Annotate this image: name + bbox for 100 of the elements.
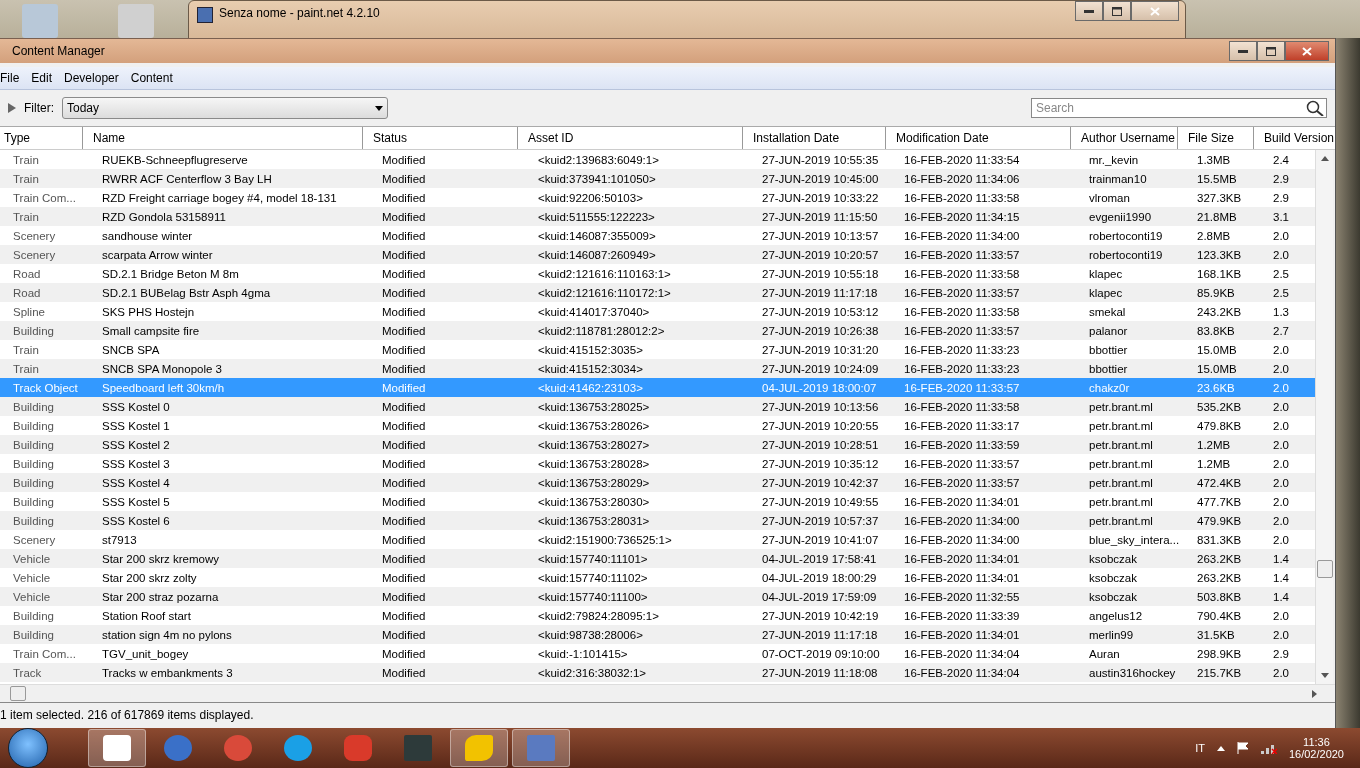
column-header[interactable]: Name [82, 127, 362, 149]
table-cell-text: 16-FEB-2020 11:33:58 [903, 304, 1021, 320]
maximize-button[interactable] [1103, 1, 1131, 21]
maximize-button[interactable] [1257, 41, 1285, 61]
table-row[interactable]: Train RWRR ACF Centerflow 3 Bay LH Modified <kuid:373941:101050> 27-JUN-2019 10:45:00 16-FEB-2020 11:34:06 trainman10 15.5MB 2.9 [0, 169, 1315, 188]
minimize-button[interactable] [1229, 41, 1257, 61]
table-cell-text: <kuid:157740:11100> [537, 589, 649, 605]
taskbar-button[interactable] [450, 729, 508, 767]
taskbar-button[interactable] [512, 729, 570, 767]
menu-item[interactable]: Developer [58, 71, 125, 85]
column-header[interactable]: Asset ID [517, 127, 742, 149]
table-cell-text: 21.8MB [1196, 209, 1238, 225]
table-cell-text: bbottier [1088, 342, 1129, 358]
table-cell-text: chakz0r [1088, 380, 1131, 396]
scroll-right-icon[interactable] [1312, 689, 1317, 698]
table-cell-text: 327.3KB [1196, 190, 1243, 206]
table-row[interactable]: Building Small campsite fire Modified <kuid2:118781:28012:2> 27-JUN-2019 10:26:38 16-FEB-2020 11:33:57 palanor 83.8KB 2.7 [0, 321, 1315, 340]
close-button[interactable] [1285, 41, 1329, 61]
table-cell-text: ksobczak [1088, 551, 1138, 567]
search-icon[interactable] [1306, 100, 1324, 116]
taskbar-button[interactable] [88, 729, 146, 767]
table-cell-text: Building [12, 418, 55, 434]
language-indicator[interactable]: IT [1195, 742, 1205, 754]
table-cell-text: Modified [381, 304, 427, 320]
table-cell-text: 168.1KB [1196, 266, 1243, 282]
table-row[interactable]: Building station sign 4m no pylons Modified <kuid:98738:28006> 27-JUN-2019 11:17:18 16-FEB-2020 11:34:01 merlin99 31.5KB 2.0 [0, 625, 1315, 644]
table-cell-text: 16-FEB-2020 11:33:58 [903, 190, 1021, 206]
scrollbar-thumb[interactable] [10, 686, 26, 701]
table-cell-text: 2.0 [1272, 627, 1290, 643]
table-cell-text: sandhouse winter [101, 228, 194, 244]
table-cell-text: <kuid:146087:355009> [537, 228, 657, 244]
table-cell-text: RUEKB-Schneepflugreserve [101, 152, 249, 168]
table-cell-text: <kuid:373941:101050> [537, 171, 657, 187]
column-header[interactable]: Type [0, 127, 82, 149]
table-cell-text: RZD Gondola 53158911 [101, 209, 227, 225]
table-cell-text: scarpata Arrow winter [101, 247, 214, 263]
table-row[interactable]: Train RZD Gondola 53158911 Modified <kuid:511555:122223> 27-JUN-2019 11:15:50 16-FEB-2020 11:34:15 evgenii1990 21.8MB 3.1 [0, 207, 1315, 226]
table-row[interactable]: Vehicle Star 200 straz pozarna Modified <kuid:157740:11100> 04-JUL-2019 17:59:09 16-FEB-2020 11:32:55 ksobczak 503.8KB 1.4 [0, 587, 1315, 606]
table-cell-text: 479.8KB [1196, 418, 1243, 434]
table-cell-text: blue_sky_intera... [1088, 532, 1177, 548]
table-row[interactable]: Vehicle Star 200 skrz kremowy Modified <kuid:157740:11101> 04-JUL-2019 17:58:41 16-FEB-2020 11:34:01 ksobczak 263.2KB 1.4 [0, 549, 1315, 568]
table-row[interactable]: Road SD.2.1 BUBelag Bstr Asph 4gma Modified <kuid2:121616:110172:1> 27-JUN-2019 11:17:18 16-FEB-2020 11:33:57 klapec 85.9KB 2.5 [0, 283, 1315, 302]
table-cell-text: SSS Kostel 3 [101, 456, 171, 472]
table-row[interactable]: Building SSS Kostel 4 Modified <kuid:136753:28029> 27-JUN-2019 10:42:37 16-FEB-2020 11:33:57 petr.brant.ml 472.4KB 2.0 [0, 473, 1315, 492]
table-cell-text: 16-FEB-2020 11:33:23 [903, 361, 1021, 377]
maximize-icon [1112, 6, 1122, 16]
network-icon[interactable] [1260, 742, 1277, 754]
horizontal-scrollbar[interactable] [0, 684, 1335, 702]
table-cell-text: 16-FEB-2020 11:33:58 [903, 399, 1021, 415]
column-header[interactable]: File Size [1177, 127, 1253, 149]
table-cell-text: 16-FEB-2020 11:34:00 [903, 228, 1021, 244]
scroll-down-icon[interactable] [1320, 673, 1329, 678]
table-row[interactable]: Building SSS Kostel 0 Modified <kuid:136753:28025> 27-JUN-2019 10:13:56 16-FEB-2020 11:33:58 petr.brant.ml 535.2KB 2.0 [0, 397, 1315, 416]
expand-icon[interactable] [8, 103, 16, 113]
table-cell-text: <kuid:136753:28027> [537, 437, 651, 453]
table-cell-text: 83.8KB [1196, 323, 1236, 339]
table-cell-text: 04-JUL-2019 17:58:41 [761, 551, 878, 567]
table-cell-text: Modified [381, 152, 427, 168]
table-row[interactable]: Building SSS Kostel 6 Modified <kuid:136753:28031> 27-JUN-2019 10:57:37 16-FEB-2020 11:34:00 petr.brant.ml 479.9KB 2.0 [0, 511, 1315, 530]
table-cell-text: Track [12, 665, 43, 681]
table-cell-text: 27-JUN-2019 10:28:51 [761, 437, 880, 453]
menu-item[interactable]: Content [124, 71, 179, 85]
table-cell-text: 27-JUN-2019 10:55:18 [761, 266, 880, 282]
table-cell-text: RZD Freight carriage bogey #4, model 18-131 [101, 190, 338, 206]
column-header[interactable]: Build Version [1253, 127, 1335, 149]
column-header[interactable]: Modification Date [885, 127, 1070, 149]
table-cell-text: 16-FEB-2020 11:33:57 [903, 247, 1021, 263]
start-button[interactable] [8, 728, 48, 768]
table-cell-text: 2.0 [1272, 247, 1290, 263]
column-header[interactable]: Status [362, 127, 517, 149]
menu-item[interactable]: File [0, 71, 26, 85]
menu-item[interactable]: Edit [25, 71, 59, 85]
vertical-scrollbar[interactable] [1315, 150, 1333, 684]
scrollbar-thumb[interactable] [1317, 560, 1333, 578]
table-cell-text: Modified [381, 551, 427, 567]
column-header[interactable]: Author Username [1070, 127, 1177, 149]
filter-dropdown[interactable]: Today [62, 97, 388, 119]
table-cell-text: 04-JUL-2019 17:59:09 [761, 589, 878, 605]
table-cell-text: 472.4KB [1196, 475, 1243, 491]
table-cell-text: SKS PHS Hostejn [101, 304, 196, 320]
table-cell-text: robertoconti19 [1088, 247, 1164, 263]
table-cell-text: Building [12, 437, 55, 453]
table-cell-text: Modified [381, 228, 427, 244]
close-button[interactable] [1131, 1, 1179, 21]
status-text: 1 item selected. 216 of 617869 items displayed. [0, 708, 254, 722]
table-row[interactable]: Track Tracks w embankments 3 Modified <kuid2:316:38032:1> 27-JUN-2019 11:18:08 16-FEB-2020 11:34:04 austin316hockey 215.7KB 2.0 [0, 663, 1315, 682]
column-header[interactable]: Installation Date [742, 127, 885, 149]
table-row[interactable]: Building SSS Kostel 2 Modified <kuid:136753:28027> 27-JUN-2019 10:28:51 16-FEB-2020 11:33:59 petr.brant.ml 1.2MB 2.0 [0, 435, 1315, 454]
search-field[interactable]: Search [1031, 98, 1327, 118]
flag-icon[interactable] [1236, 742, 1249, 754]
table-row[interactable]: Train SNCB SPA Monopole 3 Modified <kuid:415152:3034> 27-JUN-2019 10:24:09 16-FEB-2020 11:33:23 bbottier 15.0MB 2.0 [0, 359, 1315, 378]
table-cell-text: 243.2KB [1196, 304, 1243, 320]
caret-icon[interactable] [1216, 745, 1225, 751]
clock[interactable]: 11:36 16/02/2020 [1288, 736, 1344, 760]
table-cell-text: 479.9KB [1196, 513, 1243, 529]
table-cell-text: TGV_unit_bogey [101, 646, 190, 662]
table-row[interactable]: Scenery scarpata Arrow winter Modified <kuid:146087:260949> 27-JUN-2019 10:20:57 16-FEB-2020 11:33:57 robertoconti19 123.3KB 2.0 [0, 245, 1315, 264]
minimize-button[interactable] [1075, 1, 1103, 21]
table-cell-text: <kuid2:121616:110172:1> [537, 285, 672, 301]
scroll-up-icon[interactable] [1320, 156, 1329, 161]
